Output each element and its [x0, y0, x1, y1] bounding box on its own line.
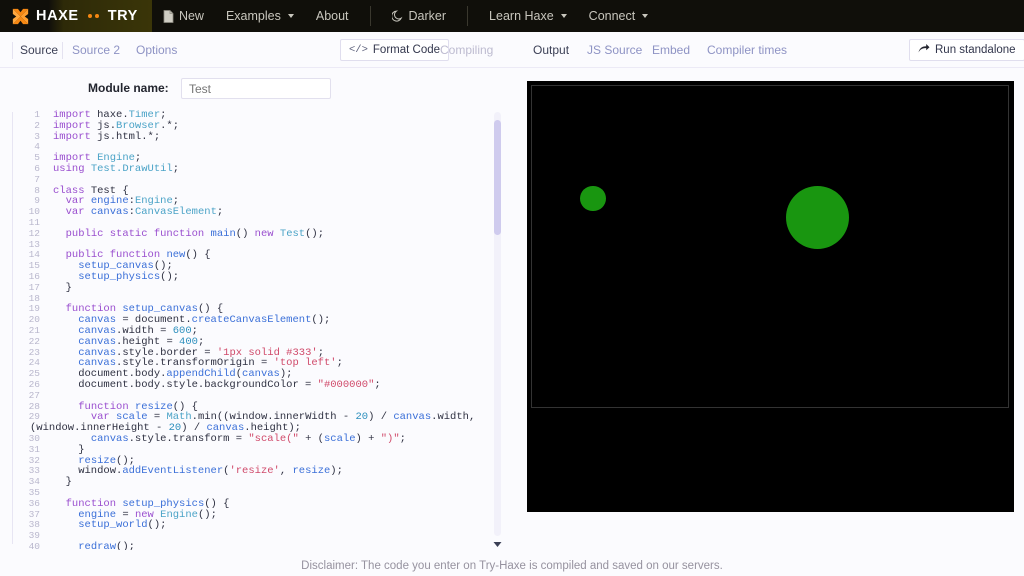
nav-item-connect-label: Connect	[588, 9, 636, 23]
tab-embed-label: Embed	[652, 43, 691, 57]
tab-options[interactable]: Options	[136, 32, 177, 68]
output-canvas[interactable]	[531, 85, 1009, 408]
line-number: 7	[34, 173, 40, 185]
document-icon	[163, 9, 174, 23]
brand-logo[interactable]: HAXE TRY	[0, 0, 152, 32]
tab-compiler-times[interactable]: Compiler times	[707, 32, 787, 68]
editor-scrollbar-thumb[interactable]	[494, 120, 501, 235]
code-text: public static function main() new Test()…	[65, 227, 325, 240]
line-number: 2	[34, 119, 40, 131]
nav-item-new[interactable]: New	[152, 0, 215, 32]
nav-item-learn-haxe-label: Learn Haxe	[489, 9, 554, 23]
large-ball	[785, 185, 850, 250]
code-line: 38 setup_world();	[0, 520, 470, 531]
share-arrow-icon	[918, 43, 930, 57]
nav-item-examples-label: Examples	[225, 9, 281, 23]
code-text: redraw();	[78, 541, 135, 550]
line-number: 17	[28, 281, 40, 293]
line-number: 22	[28, 335, 40, 347]
line-number: 12	[28, 227, 40, 239]
nav-item-about[interactable]: About	[305, 0, 360, 32]
tab-output-label: Output	[533, 43, 570, 57]
tab-options-label: Options	[136, 43, 178, 57]
line-number: 36	[28, 497, 40, 509]
code-text: window.addEventListener('resize', resize…	[53, 465, 343, 478]
nav-left-group: New Examples About Darker Learn Haxe Con…	[152, 0, 659, 32]
toolbar-divider-source	[62, 42, 63, 59]
nav-item-learn-haxe[interactable]: Learn Haxe	[478, 0, 578, 32]
toolbar-divider-left	[12, 42, 13, 59]
code-text: }	[53, 476, 72, 489]
tab-compiler-times-label: Compiler times	[707, 43, 788, 57]
line-number: 31	[28, 443, 40, 455]
brand-dots-icon	[87, 14, 99, 18]
nav-item-new-label: New	[178, 9, 204, 23]
nav-item-about-label: About	[315, 9, 349, 23]
tab-source-2-label: Source 2	[72, 43, 121, 57]
compiling-status-label: Compiling	[440, 43, 494, 57]
code-text: document.body.style.backgroundColor = "#…	[53, 379, 381, 391]
output-preview-frame[interactable]	[527, 81, 1014, 512]
chevron-down-icon	[560, 14, 567, 18]
code-icon: </>	[349, 44, 368, 56]
run-standalone-button[interactable]: Run standalone	[909, 39, 1024, 61]
small-ball	[580, 185, 606, 212]
top-navigation-bar: HAXE TRY New Examples About Darker Learn…	[0, 0, 1024, 32]
tab-source-2[interactable]: Source 2	[72, 32, 120, 68]
chevron-down-icon	[642, 14, 649, 18]
code-line: 3 import js.html.*;	[0, 130, 470, 143]
code-line: 26 document.body.style.backgroundColor =…	[0, 379, 470, 391]
code-text: }	[53, 281, 72, 294]
code-line: 40 redraw();	[0, 541, 470, 550]
code-text: setup_world();	[78, 519, 167, 532]
brand-try-text: TRY	[107, 8, 138, 24]
nav-item-examples[interactable]: Examples	[215, 0, 305, 32]
module-name-label: Module name:	[88, 81, 169, 95]
code-text: setup_physics();	[78, 271, 180, 283]
code-line: 17 }	[0, 281, 470, 294]
nav-divider-1	[369, 6, 371, 26]
nav-item-connect[interactable]: Connect	[578, 0, 660, 32]
chevron-down-icon	[287, 14, 294, 18]
code-text: import js.html.*;	[53, 130, 161, 143]
code-line: 10 var canvas:CanvasElement;	[0, 206, 470, 219]
tab-js-source[interactable]: JS Source	[587, 32, 642, 68]
format-code-label: Format Code	[372, 44, 441, 56]
tab-embed[interactable]: Embed	[652, 32, 690, 68]
code-text: using Test.DrawUtil;	[53, 163, 180, 175]
brand-haxe-text: HAXE	[36, 8, 79, 24]
nav-divider-2	[467, 6, 469, 26]
code-text: var canvas:CanvasElement;	[65, 206, 224, 219]
code-text: canvas.style.transform = "scale(" + (sca…	[90, 433, 406, 445]
format-code-button[interactable]: </> Format Code	[340, 39, 450, 61]
editor-toolbar: Source Source 2 Options </> Format Code …	[0, 32, 1024, 68]
line-number: 27	[28, 389, 40, 401]
run-standalone-label: Run standalone	[935, 44, 1016, 56]
nav-item-darker-theme[interactable]: Darker	[381, 0, 458, 32]
code-editor[interactable]: 1 import haxe.Timer; 2 import js.Browser.*;…	[0, 110, 508, 550]
moon-icon	[391, 10, 404, 22]
code-line: 34 }	[0, 476, 470, 489]
module-name-row: Module name:	[0, 70, 520, 106]
compiling-status: Compiling	[440, 32, 493, 68]
haxe-x-logo-icon	[12, 8, 29, 25]
tab-js-source-label: JS Source	[587, 43, 643, 57]
line-number: 40	[28, 541, 40, 550]
disclaimer-text: Disclaimer: The code you enter on Try-Ha…	[301, 560, 723, 572]
code-line: 12 public static function main() new Tes…	[0, 227, 470, 240]
tab-output[interactable]: Output	[533, 32, 569, 68]
nav-item-darker-label: Darker	[408, 9, 447, 23]
tab-source-label: Source	[20, 43, 59, 57]
code-line: 6 using Test.DrawUtil;	[0, 163, 470, 175]
module-name-input[interactable]	[181, 78, 331, 99]
tab-source[interactable]: Source	[20, 32, 58, 68]
scroll-down-arrow-icon[interactable]	[490, 538, 504, 550]
